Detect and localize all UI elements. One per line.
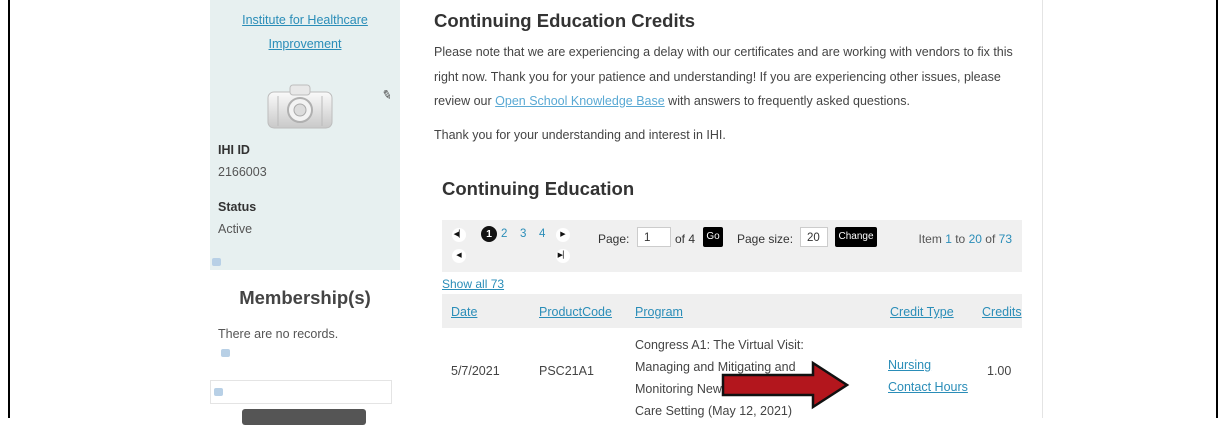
page-label: Page: (598, 232, 630, 246)
items-total: 73 (998, 232, 1012, 246)
items-from: 1 (945, 232, 952, 246)
camera-icon[interactable] (266, 82, 334, 130)
thanks-text: Thank you for your understanding and int… (434, 128, 726, 142)
grid-pager: ◀▏ 1 2 3 4 ▶ ◀ ▶▏ Page: 1 of 4 Go Page s… (442, 220, 1022, 272)
empty-panel (210, 380, 392, 404)
edit-pencil-icon[interactable]: ✎ (380, 87, 393, 103)
credit-type-line1[interactable]: Nursing (888, 354, 968, 376)
organization-link-line2[interactable]: Improvement (210, 32, 400, 56)
page-title: Continuing Education Credits (434, 10, 696, 31)
notice-text: Please note that we are experiencing a d… (434, 40, 1034, 114)
profile-sidebar: Institute for Healthcare Improvement ✎ I… (210, 0, 400, 425)
items-of-word: of (985, 232, 996, 246)
pager-current-page[interactable]: 1 (481, 226, 497, 242)
items-range-text: Item 1 to 20 of 73 (919, 232, 1013, 246)
page-number-input[interactable]: 1 (637, 227, 671, 247)
ihi-id-label: IHI ID (218, 143, 250, 157)
comment-icon[interactable] (214, 388, 223, 396)
membership-title: Membership(s) (239, 287, 371, 308)
program-line: Congress A1: The Virtual Visit: (635, 338, 804, 352)
membership-empty-text: There are no records. (218, 327, 339, 341)
pager-page-link[interactable]: 4 (539, 228, 545, 240)
comment-icon[interactable] (221, 349, 230, 357)
go-button[interactable]: Go (703, 227, 723, 247)
credit-type-link[interactable]: Nursing Contact Hours (888, 354, 968, 398)
items-prefix: Item (918, 232, 942, 246)
page-size-label: Page size: (737, 232, 794, 246)
prev-page-icon[interactable]: ◀ (452, 249, 466, 263)
show-all-link[interactable]: Show all 73 (442, 277, 504, 291)
page-size-input[interactable]: 20 (800, 227, 828, 247)
change-button[interactable]: Change (835, 227, 877, 247)
next-page-icon[interactable]: ▶ (556, 228, 570, 242)
cell-credits: 1.00 (987, 364, 1012, 378)
section-title: Continuing Education (442, 178, 635, 199)
column-header-credits[interactable]: Credits (982, 305, 1022, 319)
credit-type-line2[interactable]: Contact Hours (888, 376, 968, 398)
notice-part2: with answers to frequently asked questio… (664, 94, 910, 108)
sidebar-action-button[interactable] (242, 409, 366, 425)
items-to: 20 (968, 232, 982, 246)
column-header-program[interactable]: Program (635, 305, 683, 319)
knowledge-base-link[interactable]: Open School Knowledge Base (495, 94, 665, 108)
profile-card: Institute for Healthcare Improvement ✎ I… (210, 0, 400, 270)
comment-icon[interactable] (212, 258, 221, 266)
status-label: Status (218, 200, 257, 214)
column-header-date[interactable]: Date (451, 305, 477, 319)
organization-link-line1[interactable]: Institute for Healthcare (210, 8, 400, 32)
main-content: Continuing Education Credits Please note… (425, 0, 1043, 418)
pager-page-link[interactable]: 2 (501, 228, 507, 240)
organization-link[interactable]: Institute for Healthcare Improvement (210, 8, 400, 56)
first-page-icon[interactable]: ◀▏ (452, 228, 466, 242)
pager-page-link[interactable]: 3 (520, 228, 526, 240)
page-count-text: of 4 (675, 232, 696, 246)
table-header: Date ProductCode Program Credit Type Cre… (442, 294, 1022, 328)
column-header-productcode[interactable]: ProductCode (539, 305, 612, 319)
last-page-icon[interactable]: ▶▏ (556, 249, 570, 263)
red-arrow-annotation (721, 360, 850, 410)
items-to-word: to (955, 232, 966, 246)
cell-product-code: PSC21A1 (539, 364, 594, 378)
column-header-credit-type[interactable]: Credit Type (890, 305, 954, 319)
status-value: Active (218, 222, 253, 236)
cell-date: 5/7/2021 (451, 364, 500, 378)
ihi-id-value: 2166003 (218, 165, 267, 179)
